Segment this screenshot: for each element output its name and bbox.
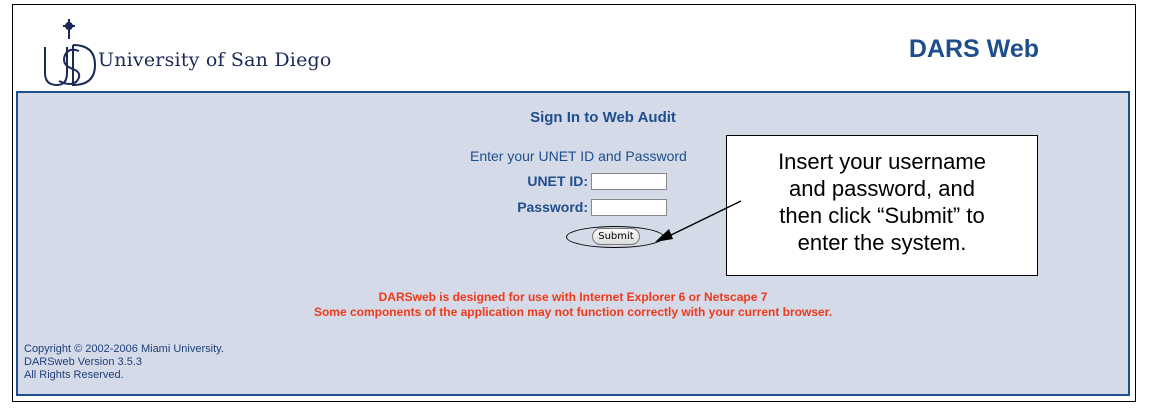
unet-id-input[interactable] (591, 173, 667, 190)
app-title: DARS Web (908, 35, 1039, 63)
rights-line: All Rights Reserved. (24, 369, 124, 381)
university-name: University of San Diego (98, 49, 332, 71)
page-frame: University of San Diego DARS Web Sign In… (12, 4, 1136, 402)
callout-arrow-icon (655, 200, 742, 242)
callout-line: enter the system. (797, 230, 967, 255)
usd-logo-icon (44, 19, 97, 87)
callout-line: and password, and (789, 176, 975, 201)
copyright-footer: Copyright © 2002-2006 Miami University. … (24, 343, 224, 382)
copyright-line: Copyright © 2002-2006 Miami University. (24, 343, 224, 355)
instruction-callout: Insert your username and password, and t… (726, 135, 1038, 276)
version-line: DARSweb Version 3.5.3 (24, 356, 143, 368)
browser-warning-line2: Some components of the application may n… (313, 305, 833, 319)
unet-id-label: UNET ID: (527, 173, 588, 189)
password-label: Password: (517, 199, 588, 215)
signin-title: Sign In to Web Audit (530, 109, 676, 126)
page-header: University of San Diego DARS Web (13, 5, 1135, 89)
browser-warning-line1: DARSweb is designed for use with Interne… (378, 290, 768, 304)
submit-button[interactable]: Submit (592, 228, 640, 245)
signin-instructions: Enter your UNET ID and Password (470, 148, 687, 164)
callout-line: then click “Submit” to (779, 203, 985, 228)
callout-line: Insert your username (778, 149, 986, 174)
